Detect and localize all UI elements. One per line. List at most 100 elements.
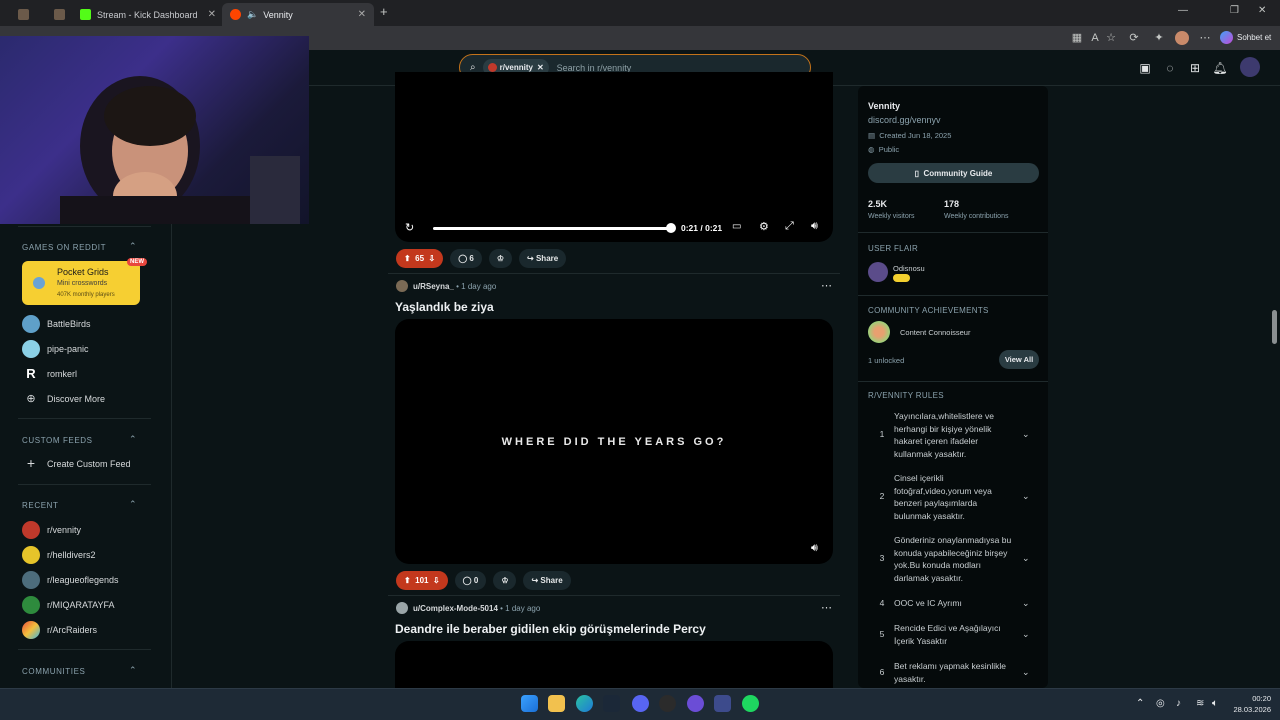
create-post-icon[interactable]: ⊞ bbox=[1187, 60, 1203, 76]
star-icon[interactable]: ☆ bbox=[1104, 31, 1118, 45]
volume-icon[interactable]: 🔊︎ bbox=[811, 220, 818, 233]
profile-avatar[interactable] bbox=[1175, 31, 1189, 45]
refresh-extension-icon[interactable]: ⟳ bbox=[1127, 31, 1141, 45]
share-button[interactable]: ↪ Share bbox=[523, 571, 571, 590]
community-link[interactable]: discord.gg/vennyv bbox=[868, 115, 941, 125]
award-button[interactable]: ♔ bbox=[493, 571, 517, 590]
close-window-icon[interactable]: ✕ bbox=[1258, 5, 1266, 16]
post-title[interactable]: Yaşlandık be ziya bbox=[395, 300, 494, 314]
video-scrub-handle[interactable] bbox=[666, 223, 676, 233]
scrollbar-thumb[interactable] bbox=[1272, 310, 1277, 344]
recent-leagueoflegends[interactable]: r/leagueoflegends bbox=[22, 571, 119, 589]
chevron-down-icon[interactable]: ⌄ bbox=[1022, 428, 1030, 441]
flair-avatar[interactable] bbox=[868, 262, 888, 282]
recent-helldivers2[interactable]: r/helldivers2 bbox=[22, 546, 96, 564]
video-progress-bar[interactable] bbox=[433, 227, 671, 230]
close-tab-icon[interactable]: ✕ bbox=[208, 9, 216, 20]
volume-tray-icon[interactable]: 🔈︎ bbox=[1212, 698, 1218, 709]
vote-pill[interactable]: ⬆ 65 ⇩ bbox=[396, 249, 444, 268]
sidebar-item-romkerl[interactable]: Rromkerl bbox=[22, 365, 77, 383]
extensions-icon[interactable]: ✦ bbox=[1152, 31, 1166, 45]
reader-icon[interactable]: ▦ bbox=[1070, 31, 1084, 45]
tray-chevron-icon[interactable]: ⌃ bbox=[1136, 698, 1144, 709]
rule-item[interactable]: 3 Gönderiniz onaylanmadıysa bu konuda ya… bbox=[870, 534, 1030, 584]
sidebar-item-pipe-panic[interactable]: pipe-panic bbox=[22, 340, 89, 358]
recent-vennity[interactable]: r/vennity bbox=[22, 521, 81, 539]
rule-item[interactable]: 1 Yayıncılara,whitelistlere ve herhangi … bbox=[870, 410, 1030, 460]
close-tab-icon[interactable]: ✕ bbox=[358, 9, 366, 20]
browser-tab[interactable] bbox=[10, 3, 50, 26]
steam-icon[interactable] bbox=[603, 695, 620, 712]
user-avatar[interactable] bbox=[1240, 57, 1260, 77]
chevron-down-icon[interactable]: ⌄ bbox=[1022, 490, 1030, 503]
comments-button[interactable]: ◯ 0 bbox=[454, 571, 487, 590]
replay-icon[interactable]: ↻ bbox=[405, 221, 414, 234]
vote-pill[interactable]: ⬆ 101 ⇩ bbox=[396, 571, 448, 590]
obs-icon[interactable] bbox=[659, 695, 676, 712]
downvote-icon[interactable]: ⇩ bbox=[433, 576, 440, 585]
author-avatar[interactable] bbox=[396, 602, 408, 614]
author-avatar[interactable] bbox=[396, 280, 408, 292]
fullscreen-icon[interactable]: ⤢ bbox=[785, 220, 794, 233]
more-options-icon[interactable]: ⋯ bbox=[821, 279, 832, 292]
chevron-down-icon[interactable]: ⌄ bbox=[1022, 597, 1030, 610]
windows-start-icon[interactable] bbox=[521, 695, 538, 712]
app-icon[interactable] bbox=[714, 695, 731, 712]
chevron-up-icon[interactable]: ⌃ bbox=[129, 499, 137, 510]
rule-item[interactable]: 2 Cinsel içerikli fotoğraf,video,yorum v… bbox=[870, 472, 1030, 522]
more-options-icon[interactable]: ⋯ bbox=[821, 601, 832, 614]
rule-item[interactable]: 5 Rencide Edici ve Aşağılayıcı İçerik Ya… bbox=[870, 622, 1030, 647]
award-button[interactable]: ♔ bbox=[488, 249, 513, 268]
sidebar-item-discover-more[interactable]: ⊕ Discover More bbox=[22, 390, 105, 408]
tab-kick-dashboard[interactable]: Stream - Kick Dashboard ✕ bbox=[72, 3, 224, 26]
flair-username[interactable]: Odisnosu bbox=[893, 264, 925, 273]
view-all-button[interactable]: View All bbox=[999, 350, 1039, 369]
settings-gear-icon[interactable]: ⚙ bbox=[759, 220, 769, 233]
chevron-up-icon[interactable]: ⌃ bbox=[129, 434, 137, 445]
maximize-icon[interactable]: ❐ bbox=[1230, 5, 1239, 16]
chat-icon[interactable]: ◌ bbox=[1162, 60, 1178, 76]
upvote-icon[interactable]: ⬆ bbox=[404, 576, 411, 585]
copilot-button[interactable]: Sohbet et bbox=[1220, 31, 1271, 44]
new-tab-icon[interactable]: + bbox=[380, 4, 388, 19]
wifi-icon[interactable]: ≋ bbox=[1196, 698, 1204, 709]
clock-time[interactable]: 00:20 bbox=[1231, 694, 1271, 703]
file-explorer-icon[interactable] bbox=[548, 695, 565, 712]
captions-icon[interactable]: ▭ bbox=[732, 221, 741, 232]
comments-button[interactable]: ◯ 6 bbox=[450, 249, 482, 268]
clock-date[interactable]: 28.03.2026 bbox=[1226, 705, 1271, 714]
chip-close-icon[interactable]: ✕ bbox=[537, 63, 544, 72]
rule-item[interactable]: 4 OOC ve IC Ayrımı ⌄ bbox=[870, 597, 1030, 610]
chevron-down-icon[interactable]: ⌄ bbox=[1022, 628, 1030, 641]
discord-icon[interactable] bbox=[632, 695, 649, 712]
rule-item[interactable]: 6 Bet reklamı yapmak kesinlikle yasaktır… bbox=[870, 660, 1030, 685]
notification-bell-icon[interactable]: 🔔︎ bbox=[1212, 60, 1228, 76]
advertise-icon[interactable]: ▣ bbox=[1137, 60, 1153, 76]
speaker-icon[interactable]: 🔈 bbox=[247, 9, 258, 20]
minimize-icon[interactable]: — bbox=[1178, 5, 1188, 16]
edge-icon[interactable] bbox=[576, 695, 593, 712]
post-video[interactable]: WHERE DID THE YEARS GO? bbox=[395, 319, 833, 564]
app-icon[interactable] bbox=[687, 695, 704, 712]
share-button[interactable]: ↪ Share bbox=[519, 249, 567, 268]
sidebar-item-battlebirds[interactable]: BattleBirds bbox=[22, 315, 91, 333]
chevron-up-icon[interactable]: ⌃ bbox=[129, 665, 137, 676]
downvote-icon[interactable]: ⇩ bbox=[429, 254, 436, 263]
recent-miqaratayfa[interactable]: r/MIQARATAYFA bbox=[22, 596, 115, 614]
spotify-icon[interactable] bbox=[742, 695, 759, 712]
post-author[interactable]: u/RSeyna_ bbox=[413, 282, 454, 291]
browser-tab[interactable] bbox=[46, 3, 74, 26]
chevron-down-icon[interactable]: ⌄ bbox=[1022, 552, 1030, 565]
tab-vennity[interactable]: 🔈 Vennity ✕ bbox=[222, 3, 374, 26]
create-custom-feed-button[interactable]: + Create Custom Feed bbox=[22, 455, 131, 473]
featured-game-card[interactable]: Pocket Grids Mini crosswords 407K monthl… bbox=[22, 258, 147, 305]
chevron-up-icon[interactable]: ⌃ bbox=[129, 241, 137, 252]
post-video[interactable] bbox=[395, 641, 833, 688]
network-icon[interactable]: ◎ bbox=[1156, 698, 1165, 709]
more-icon[interactable]: ⋯ bbox=[1198, 31, 1212, 45]
post-title[interactable]: Deandre ile beraber gidilen ekip görüşme… bbox=[395, 622, 706, 636]
translate-icon[interactable]: A bbox=[1088, 31, 1102, 45]
page-scrollbar[interactable] bbox=[1270, 86, 1280, 688]
community-guide-button[interactable]: ▯ Community Guide bbox=[868, 163, 1039, 183]
post-author[interactable]: u/Complex-Mode-5014 bbox=[413, 604, 498, 613]
